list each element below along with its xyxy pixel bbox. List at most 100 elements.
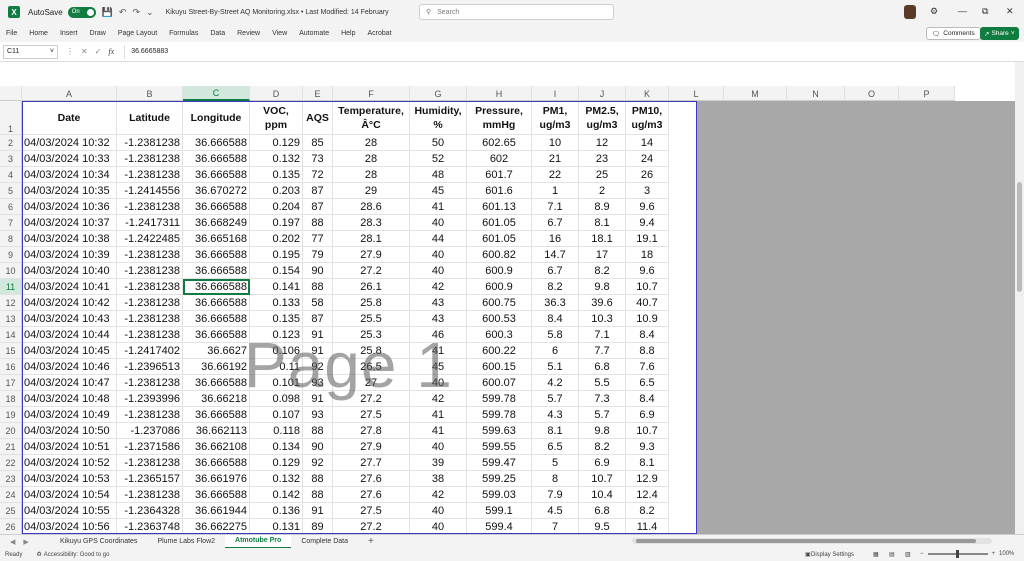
table-cell[interactable]: 6.8 (579, 503, 626, 519)
table-cell[interactable]: 04/03/2024 10:45 (22, 343, 117, 359)
table-cell[interactable]: 602 (467, 151, 532, 167)
table-cell[interactable]: 36.666588 (183, 263, 250, 279)
table-cell[interactable]: 599.47 (467, 455, 532, 471)
column-header-e[interactable]: E (303, 86, 333, 101)
table-cell[interactable]: 41 (410, 407, 467, 423)
table-cell[interactable]: 5.7 (532, 391, 579, 407)
table-cell[interactable]: 8.2 (626, 503, 669, 519)
document-title[interactable]: Kikuyu Street-By-Street AQ Monitoring.xl… (166, 9, 389, 16)
table-cell[interactable]: 36.666588 (183, 167, 250, 183)
table-cell[interactable]: 40 (410, 215, 467, 231)
table-cell[interactable]: 93 (303, 407, 333, 423)
table-cell[interactable]: 0.142 (250, 487, 303, 503)
table-cell[interactable]: 27.2 (333, 263, 410, 279)
tab-automate[interactable]: Automate (293, 30, 335, 37)
row-header[interactable]: 22 (0, 455, 22, 471)
table-cell[interactable]: 599.55 (467, 439, 532, 455)
table-cell[interactable]: 28.3 (333, 215, 410, 231)
next-sheet-icon[interactable]: ▶ (23, 538, 28, 546)
table-cell[interactable]: 91 (303, 391, 333, 407)
table-cell[interactable]: 87 (303, 199, 333, 215)
table-cell[interactable]: 87 (303, 311, 333, 327)
table-cell[interactable]: 04/03/2024 10:43 (22, 311, 117, 327)
table-cell[interactable]: 36.66218 (183, 391, 250, 407)
table-cell[interactable]: 7.9 (532, 487, 579, 503)
zoom-level[interactable]: 100% (999, 551, 1014, 557)
table-cell[interactable]: 36.666588 (183, 135, 250, 151)
table-cell[interactable]: 04/03/2024 10:52 (22, 455, 117, 471)
table-cell[interactable]: 7 (532, 519, 579, 534)
table-cell[interactable]: -1.2381238 (117, 279, 183, 295)
table-cell[interactable]: 85 (303, 135, 333, 151)
table-cell[interactable]: 11.4 (626, 519, 669, 534)
table-cell[interactable]: 04/03/2024 10:49 (22, 407, 117, 423)
table-cell[interactable]: 8 (532, 471, 579, 487)
row-header[interactable]: 4 (0, 167, 22, 183)
row-header[interactable]: 13 (0, 311, 22, 327)
table-cell[interactable]: 40 (410, 263, 467, 279)
table-cell[interactable]: 72 (303, 167, 333, 183)
column-title[interactable]: AQS (303, 101, 333, 135)
column-header-o[interactable]: O (845, 86, 899, 101)
table-cell[interactable]: 90 (303, 439, 333, 455)
table-cell[interactable]: 48 (410, 167, 467, 183)
table-cell[interactable]: 0.11 (250, 359, 303, 375)
table-cell[interactable]: 91 (303, 503, 333, 519)
table-cell[interactable]: 0.101 (250, 375, 303, 391)
table-cell[interactable]: 88 (303, 215, 333, 231)
table-cell[interactable]: -1.2381238 (117, 151, 183, 167)
formula-input[interactable]: 36.6665883 (124, 44, 168, 59)
table-cell[interactable]: 600.9 (467, 279, 532, 295)
table-cell[interactable]: 04/03/2024 10:54 (22, 487, 117, 503)
table-cell[interactable]: 25.8 (333, 343, 410, 359)
table-cell[interactable]: 8.4 (626, 391, 669, 407)
sheet-tab-plume-labs[interactable]: Plume Labs Flow2 (147, 535, 225, 549)
table-cell[interactable]: 27.8 (333, 423, 410, 439)
row-header[interactable]: 15 (0, 343, 22, 359)
row-header[interactable]: 21 (0, 439, 22, 455)
column-title[interactable]: Date (22, 101, 117, 135)
autosave-toggle[interactable]: On (67, 6, 96, 18)
table-cell[interactable]: 26 (626, 167, 669, 183)
table-cell[interactable]: 0.203 (250, 183, 303, 199)
table-cell[interactable]: 599.25 (467, 471, 532, 487)
table-cell[interactable]: 0.202 (250, 231, 303, 247)
add-sheet-button[interactable]: + (368, 536, 374, 547)
table-cell[interactable]: 5.7 (579, 407, 626, 423)
row-header[interactable]: 18 (0, 391, 22, 407)
column-header-j[interactable]: J (579, 86, 626, 101)
column-title[interactable]: Longitude (183, 101, 250, 135)
table-cell[interactable]: 7.7 (579, 343, 626, 359)
vertical-scroll-thumb[interactable] (1017, 182, 1022, 292)
table-cell[interactable]: 27.9 (333, 439, 410, 455)
table-cell[interactable]: 04/03/2024 10:48 (22, 391, 117, 407)
table-cell[interactable]: -1.2417311 (117, 215, 183, 231)
table-cell[interactable]: 4.3 (532, 407, 579, 423)
table-cell[interactable]: 3 (626, 183, 669, 199)
table-cell[interactable]: 04/03/2024 10:47 (22, 375, 117, 391)
table-cell[interactable]: 36.6627 (183, 343, 250, 359)
table-cell[interactable]: 27.5 (333, 503, 410, 519)
table-cell[interactable]: 45 (410, 183, 467, 199)
table-cell[interactable]: 9.8 (579, 423, 626, 439)
table-cell[interactable]: 27.7 (333, 455, 410, 471)
table-cell[interactable]: 36.666588 (183, 327, 250, 343)
table-cell[interactable]: 0.107 (250, 407, 303, 423)
table-cell[interactable]: -1.2364328 (117, 503, 183, 519)
table-cell[interactable]: 600.9 (467, 263, 532, 279)
table-cell[interactable]: 5 (532, 455, 579, 471)
table-cell[interactable]: 04/03/2024 10:36 (22, 199, 117, 215)
table-cell[interactable]: 600.22 (467, 343, 532, 359)
table-cell[interactable]: 38 (410, 471, 467, 487)
minimize-button[interactable]: — (958, 6, 967, 16)
tab-home[interactable]: Home (23, 30, 54, 37)
table-cell[interactable]: 601.05 (467, 215, 532, 231)
tab-draw[interactable]: Draw (83, 30, 111, 37)
table-cell[interactable]: 36.3 (532, 295, 579, 311)
tab-file[interactable]: File (0, 30, 23, 37)
maximize-button[interactable]: ⧉ (982, 6, 988, 17)
table-cell[interactable]: 40 (410, 375, 467, 391)
table-cell[interactable]: 04/03/2024 10:55 (22, 503, 117, 519)
tab-data[interactable]: Data (204, 30, 231, 37)
row-header[interactable]: 17 (0, 375, 22, 391)
